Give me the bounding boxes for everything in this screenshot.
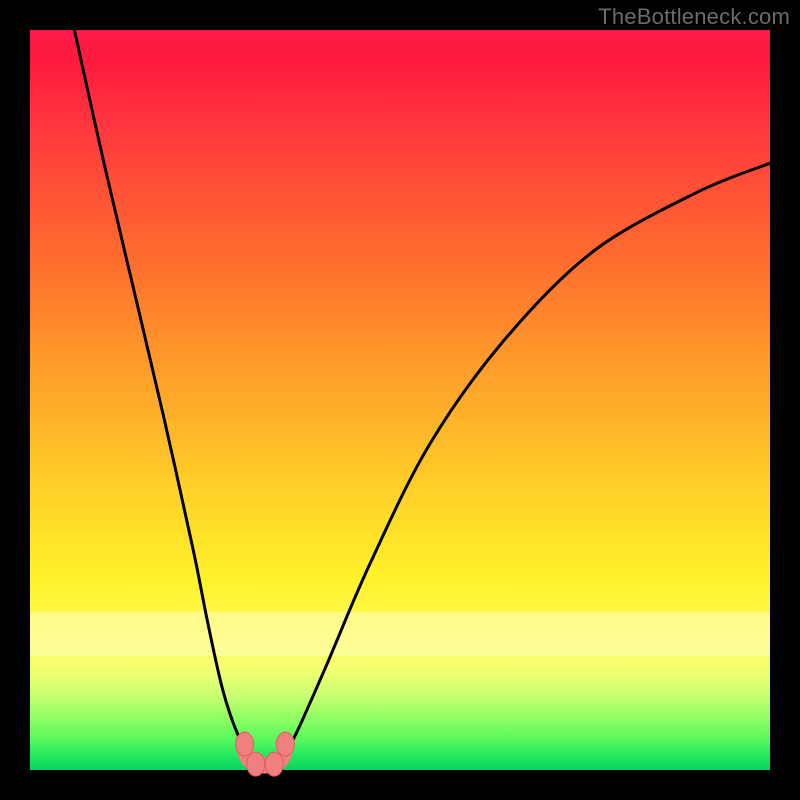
bottleneck-curve xyxy=(74,30,770,768)
minimum-left-icon xyxy=(247,752,265,776)
watermark-text: TheBottleneck.com xyxy=(598,4,790,30)
minimum-right-icon xyxy=(265,752,283,776)
right-marker-icon xyxy=(276,732,294,756)
chart-frame: TheBottleneck.com xyxy=(0,0,800,800)
chart-svg xyxy=(30,30,770,770)
left-marker-icon xyxy=(236,732,254,756)
